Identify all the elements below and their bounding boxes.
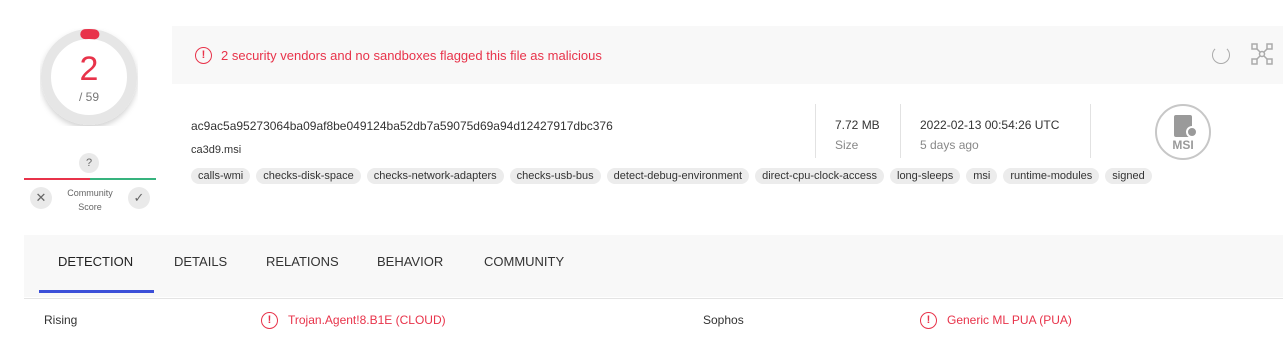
vendor-name: Sophos (703, 313, 744, 327)
file-size-label: Size (835, 138, 859, 152)
divider (1090, 104, 1091, 158)
vote-harmful-button[interactable]: ✕ (30, 187, 52, 209)
file-tag[interactable]: runtime-modules (1003, 168, 1100, 184)
analysis-date-value: 2022-02-13 00:54:26 UTC (920, 118, 1060, 132)
tab-behavior[interactable]: BEHAVIOR (377, 254, 443, 269)
community-negative-bar (24, 178, 90, 180)
community-label-line1: Community (67, 188, 113, 198)
malicious-alert-icon: ! (920, 312, 937, 329)
file-tag[interactable]: checks-disk-space (256, 168, 361, 184)
detection-result: Generic ML PUA (PUA) (947, 313, 1072, 327)
file-tag[interactable]: detect-debug-environment (606, 168, 750, 184)
file-size-value: 7.72 MB (835, 118, 880, 132)
file-tag[interactable]: msi (966, 168, 998, 184)
vendor-name: Rising (44, 313, 78, 327)
detection-score-ring: 2 / 59 (40, 28, 138, 126)
active-tab-indicator (39, 290, 154, 293)
tab-detection[interactable]: DETECTION (58, 254, 133, 269)
malicious-alert-icon: ! (261, 312, 278, 329)
file-tag[interactable]: checks-network-adapters (366, 168, 504, 184)
file-tag[interactable]: signed (1105, 168, 1152, 184)
reanalyze-icon[interactable] (1212, 46, 1230, 64)
file-type-label: MSI (1172, 138, 1194, 152)
detection-total: / 59 (78, 90, 99, 104)
file-report-page: 2 / 59 ? ✕ Community Score ✓ ! 2 securit… (0, 0, 1283, 341)
file-tag[interactable]: long-sleeps (890, 168, 961, 184)
community-label-line2: Score (78, 202, 102, 212)
download-badge-icon (1186, 126, 1198, 138)
msi-file-type-icon: MSI (1155, 104, 1211, 160)
alert-message: 2 security vendors and no sandboxes flag… (221, 48, 602, 63)
file-tag[interactable]: calls-wmi (191, 168, 251, 184)
file-tag[interactable]: direct-cpu-clock-access (755, 168, 884, 184)
analysis-date-relative: 5 days ago (920, 138, 979, 152)
divider (815, 104, 816, 158)
tab-details[interactable]: DETAILS (174, 254, 227, 269)
vote-harmless-button[interactable]: ✓ (128, 187, 150, 209)
community-score-label: Community Score (58, 186, 122, 214)
file-hash[interactable]: ac9ac5a95273064ba09af8be049124ba52db7a59… (191, 119, 613, 133)
detection-count: 2 (79, 50, 99, 88)
file-name: ca3d9.msi (191, 144, 242, 156)
tab-relations[interactable]: RELATIONS (266, 254, 339, 269)
community-score-bar (24, 178, 156, 180)
community-score-badge: ? (79, 153, 99, 173)
file-tags: calls-wmi checks-disk-space checks-network… (191, 168, 1152, 184)
graph-view-icon[interactable] (1251, 43, 1273, 65)
divider (900, 104, 901, 158)
detection-result: Trojan.Agent!8.B1E (CLOUD) (288, 313, 446, 327)
row-divider (24, 298, 1283, 299)
alert-exclamation-icon: ! (195, 47, 212, 64)
tab-community[interactable]: COMMUNITY (484, 254, 564, 269)
community-positive-bar (90, 178, 156, 180)
file-tag[interactable]: checks-usb-bus (509, 168, 601, 184)
